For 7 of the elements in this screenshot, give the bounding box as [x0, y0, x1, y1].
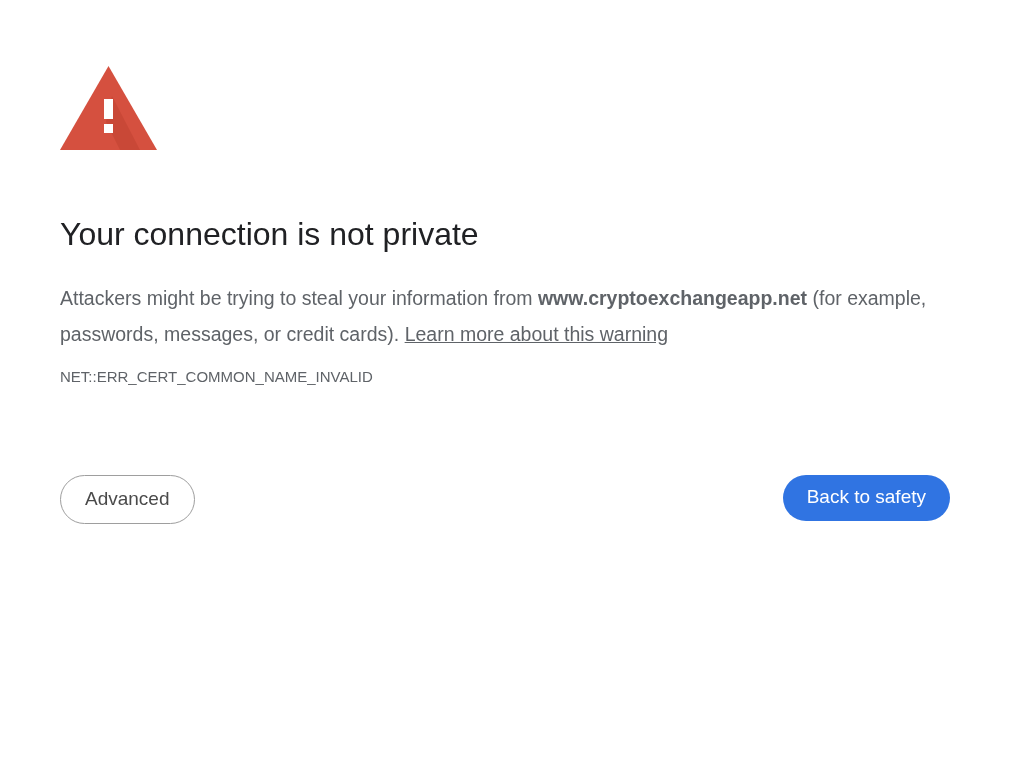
learn-more-link[interactable]: Learn more about this warning	[404, 323, 669, 345]
advanced-button[interactable]: Advanced	[60, 474, 195, 524]
warning-icon	[60, 66, 157, 150]
warning-message: Attackers might be trying to steal your information from www.cryptoexchangeapp.net (for example, passwords, messages, or credit cards). Learn more about this warning	[60, 286, 928, 347]
error-code: NET::ERR_CERT_COMMON_NAME_INVALID	[60, 367, 373, 387]
back-to-safety-button[interactable]: Back to safety	[782, 474, 950, 521]
page-heading: Your connection is not private	[60, 215, 479, 254]
